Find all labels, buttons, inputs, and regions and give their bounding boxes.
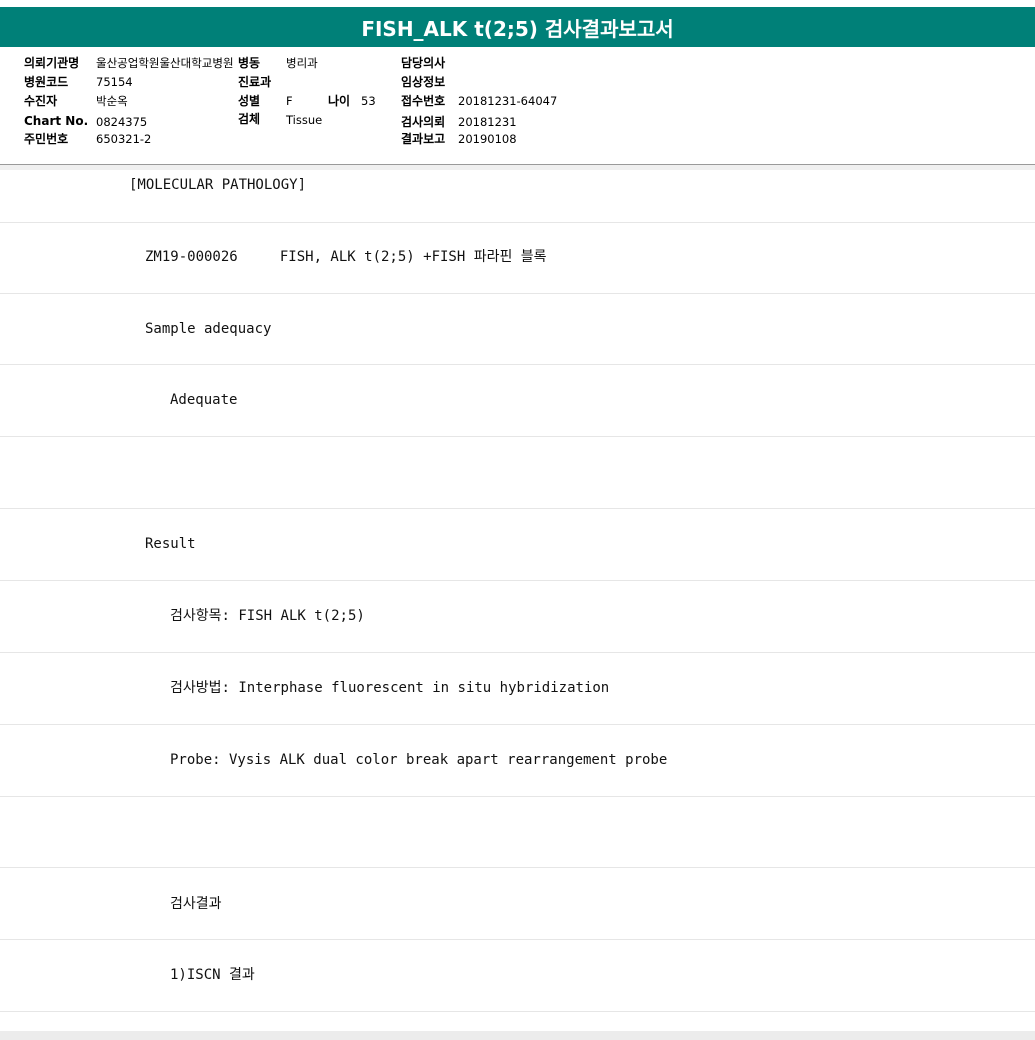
institution-value: 울산공업학원울산대학교병원	[96, 56, 234, 70]
specimen-label: 검체	[238, 112, 261, 126]
report-line: [MOLECULAR PATHOLOGY]	[0, 170, 1035, 223]
institution-label: 의뢰기관명	[24, 56, 80, 70]
report-line-text: Probe: Vysis ALK dual color break apart …	[170, 752, 668, 768]
age-value: 53	[361, 94, 376, 108]
receipt-no-value: 20181231-64047	[458, 94, 558, 108]
report-line: Probe: Vysis ALK dual color break apart …	[0, 726, 1035, 797]
clinical-info-label: 임상정보	[401, 75, 446, 89]
report-body: [MOLECULAR PATHOLOGY] ZM19-000026 FISH, …	[0, 170, 1035, 1031]
report-page: FISH_ALK t(2;5) 검사결과보고서 의뢰기관명 울산공업학원울산대학…	[0, 0, 1035, 1040]
request-date-value: 20181231	[458, 115, 517, 129]
chart-no-label: Chart No.	[24, 114, 89, 128]
report-line-text: Result	[145, 536, 196, 552]
request-date-label: 검사의뢰	[401, 115, 446, 129]
report-line-text: Adequate	[170, 392, 238, 408]
hospital-code-label: 병원코드	[24, 75, 69, 89]
ward-label: 병동	[238, 56, 261, 70]
report-line-text: 검사항목: FISH ALK t(2;5)	[170, 608, 365, 624]
patient-info-header: 의뢰기관명 울산공업학원울산대학교병원 병동 병리과 담당의사 병원코드 751…	[0, 47, 1035, 165]
report-line: ZM19-000026 FISH, ALK t(2;5) +FISH 파라핀 블…	[0, 223, 1035, 294]
report-date-value: 20190108	[458, 132, 517, 146]
report-line-text: [MOLECULAR PATHOLOGY]	[129, 177, 307, 193]
doctor-label: 담당의사	[401, 56, 446, 70]
report-line-text: 검사방법: Interphase fluorescent in situ hyb…	[170, 680, 610, 696]
top-strip	[0, 0, 1035, 7]
report-line: Adequate	[0, 366, 1035, 437]
report-line: 검사방법: Interphase fluorescent in situ hyb…	[0, 654, 1035, 725]
report-line: Sample adequacy	[0, 294, 1035, 365]
age-label: 나이	[328, 94, 351, 108]
report-line	[0, 797, 1035, 868]
report-line: 1)ISCN 결과	[0, 941, 1035, 1012]
hospital-code-value: 75154	[96, 75, 133, 89]
report-line-text: 1)ISCN 결과	[170, 967, 255, 983]
report-line: 검사결과	[0, 869, 1035, 940]
dept-label: 진료과	[238, 75, 272, 89]
sex-value: F	[286, 94, 293, 108]
report-line: Result	[0, 510, 1035, 581]
report-line: 검사항목: FISH ALK t(2;5)	[0, 582, 1035, 653]
report-line-text: 검사결과	[170, 896, 222, 912]
ward-value: 병리과	[286, 56, 318, 70]
patient-value: 박순옥	[96, 94, 128, 108]
report-line	[0, 438, 1035, 509]
sex-label: 성별	[238, 94, 261, 108]
report-line-text: Sample adequacy	[145, 321, 272, 337]
report-title-bar: FISH_ALK t(2;5) 검사결과보고서	[0, 7, 1035, 47]
resident-no-label: 주민번호	[24, 132, 69, 146]
specimen-value: Tissue	[286, 113, 323, 127]
resident-no-value: 650321-2	[96, 132, 152, 146]
report-title: FISH_ALK t(2;5) 검사결과보고서	[361, 16, 674, 41]
chart-no-value: 0824375	[96, 115, 148, 129]
bottom-strip	[0, 1031, 1035, 1040]
patient-label: 수진자	[24, 94, 58, 108]
report-line-text: ZM19-000026 FISH, ALK t(2;5) +FISH 파라핀 블…	[145, 249, 547, 265]
receipt-no-label: 접수번호	[401, 94, 446, 108]
report-date-label: 결과보고	[401, 132, 446, 146]
